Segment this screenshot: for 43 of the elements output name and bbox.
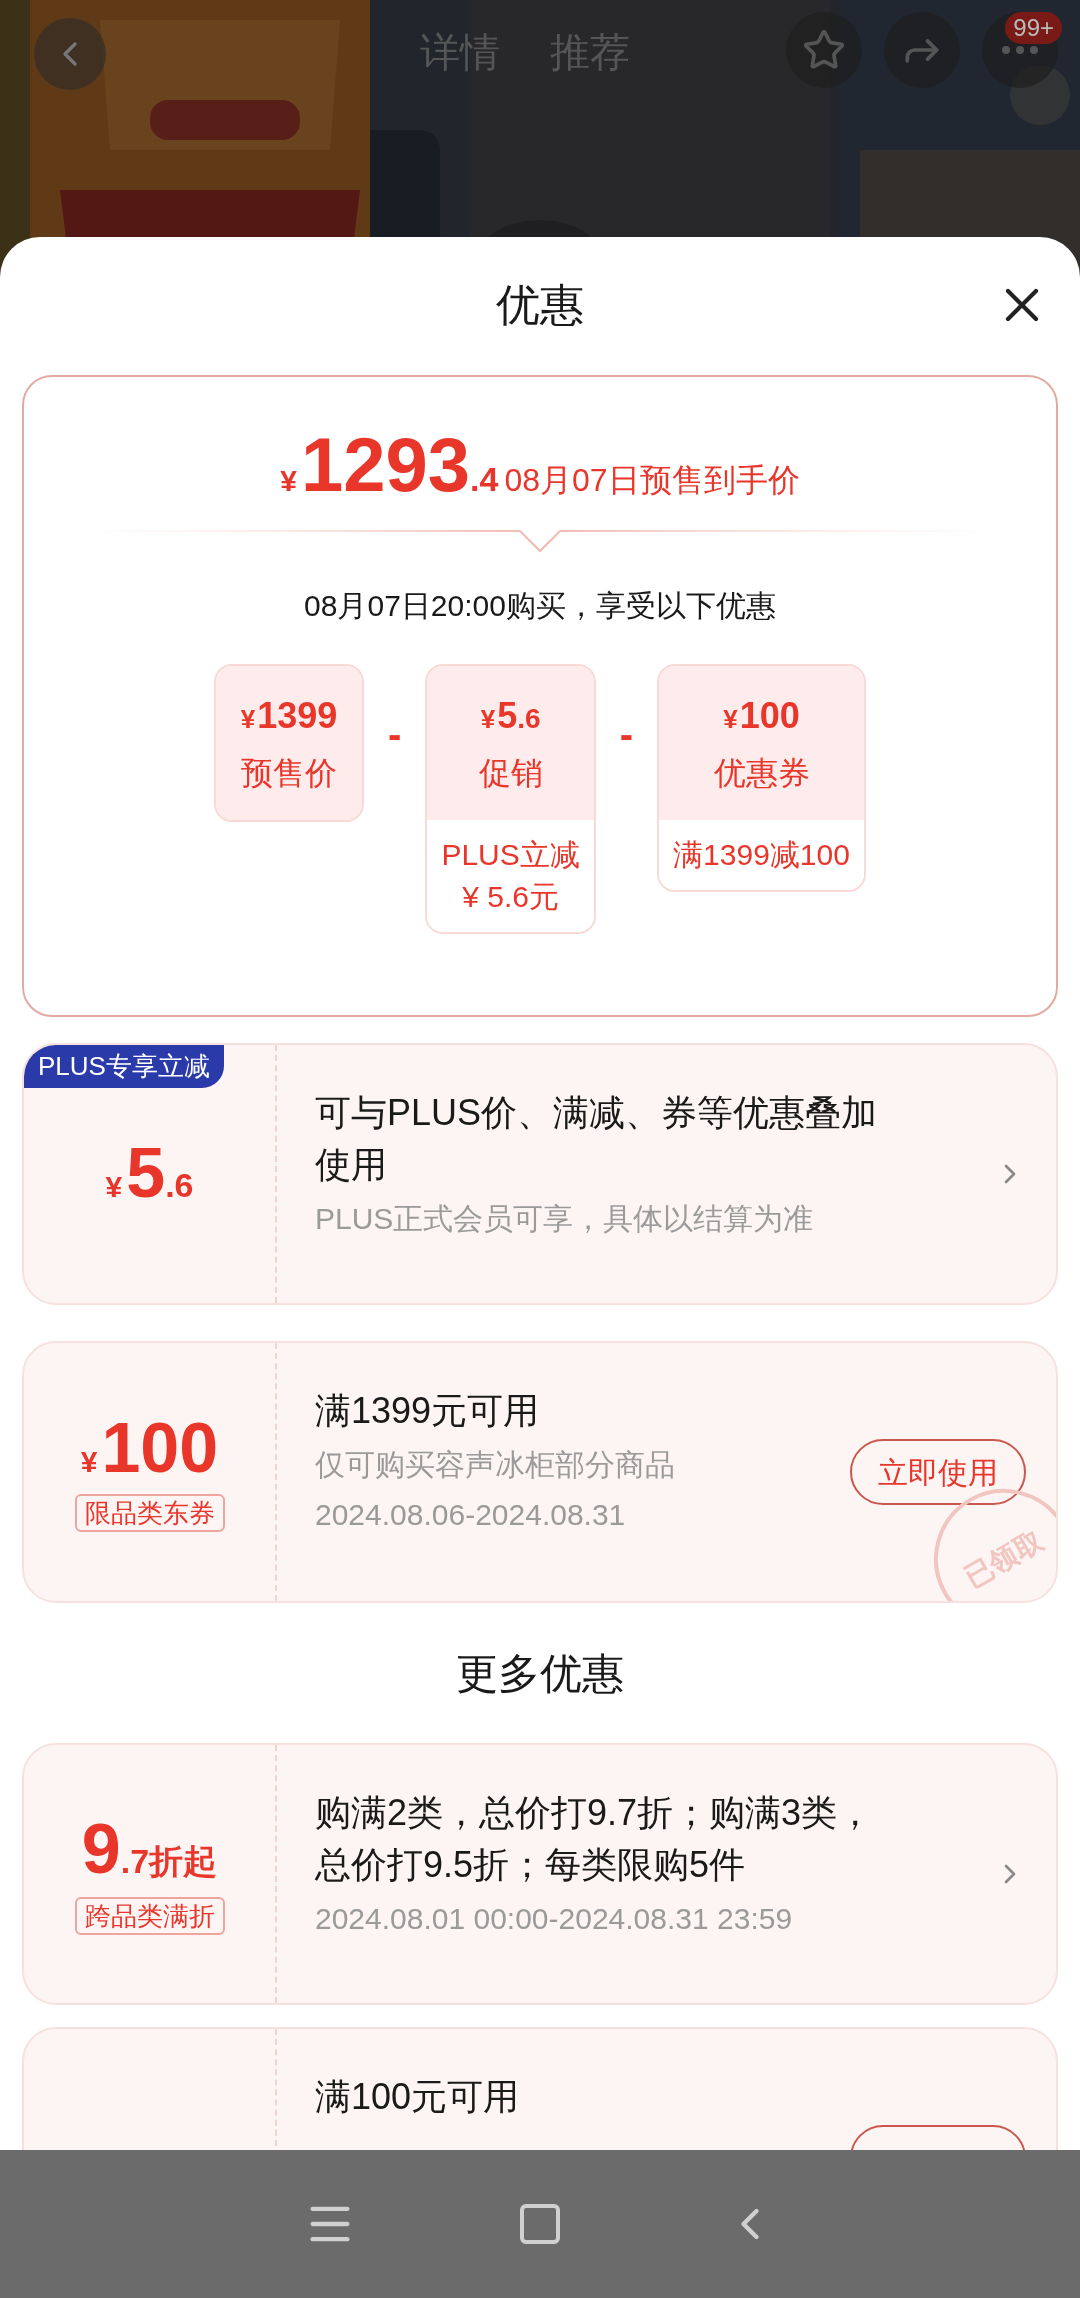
term-detail: PLUS立减 [441,837,580,873]
use-button[interactable]: 立即使用 [850,1439,1026,1505]
coupon-title: 满1399元可用 [315,1389,541,1433]
amount: 5 [126,1137,166,1208]
minus-sign: - [619,711,634,758]
currency-sign: ¥ [105,1168,123,1205]
more-icon [1002,46,1038,54]
term-label: 预售价 [241,754,338,793]
sheet-title: 优惠 [496,279,584,331]
amount: 1293 [301,427,471,503]
amount-decimal: .7折起 [120,1840,218,1882]
coupon-title: 购满2类，总价打9.7折；购满3类，总价打9.5折；每类限购5件 [315,1791,875,1887]
term-label: 优惠券 [713,754,810,793]
coupon-detail: 2024.08.01 00:00-2024.08.31 23:59 [315,1901,794,1937]
price-label: 08月07日预售到手价 [504,461,800,500]
coupon-title: 满100元可用 [315,2075,521,2119]
amount: 1399 [257,694,338,738]
amount-decimal: .4 [470,459,499,500]
coupon-type-label: 限品类东券 [74,1493,225,1532]
plus-tag: PLUS专享立减 [24,1045,224,1088]
currency-sign: ¥ [480,703,496,736]
amount: 9 [81,1813,121,1884]
coupon-detail: 仅可购买容声冰柜部分商品 [315,1447,676,1483]
coupon-detail: 2024.08.06-2024.08.31 [315,1497,627,1533]
term-label: 促销 [478,754,543,793]
coupon-detail: PLUS正式会员可享，具体以结算为准 [315,1201,815,1237]
section-title: 更多优惠 [456,1648,624,1699]
currency-sign: ¥ [280,463,298,499]
term-detail: ¥ 5.6元 [462,879,559,915]
offer-note: 08月07日20:00购买，享受以下优惠 [304,588,776,624]
term-detail: 满1399减100 [673,837,850,873]
amount: 5 [497,694,518,738]
amount-decimal: .6 [517,703,541,736]
amount: 100 [739,694,800,738]
currency-sign: ¥ [80,1443,98,1480]
amount: 100 [101,1412,219,1483]
amount-decimal: .6 [165,1164,194,1206]
coupon-type-label: 跨品类满折 [74,1896,225,1935]
currency-sign: ¥ [240,703,256,736]
coupon-title: 可与PLUS价、满减、券等优惠叠加使用 [315,1091,879,1187]
currency-sign: ¥ [723,703,738,736]
minus-sign: - [388,711,402,758]
notification-badge: 99+ [1005,12,1062,44]
